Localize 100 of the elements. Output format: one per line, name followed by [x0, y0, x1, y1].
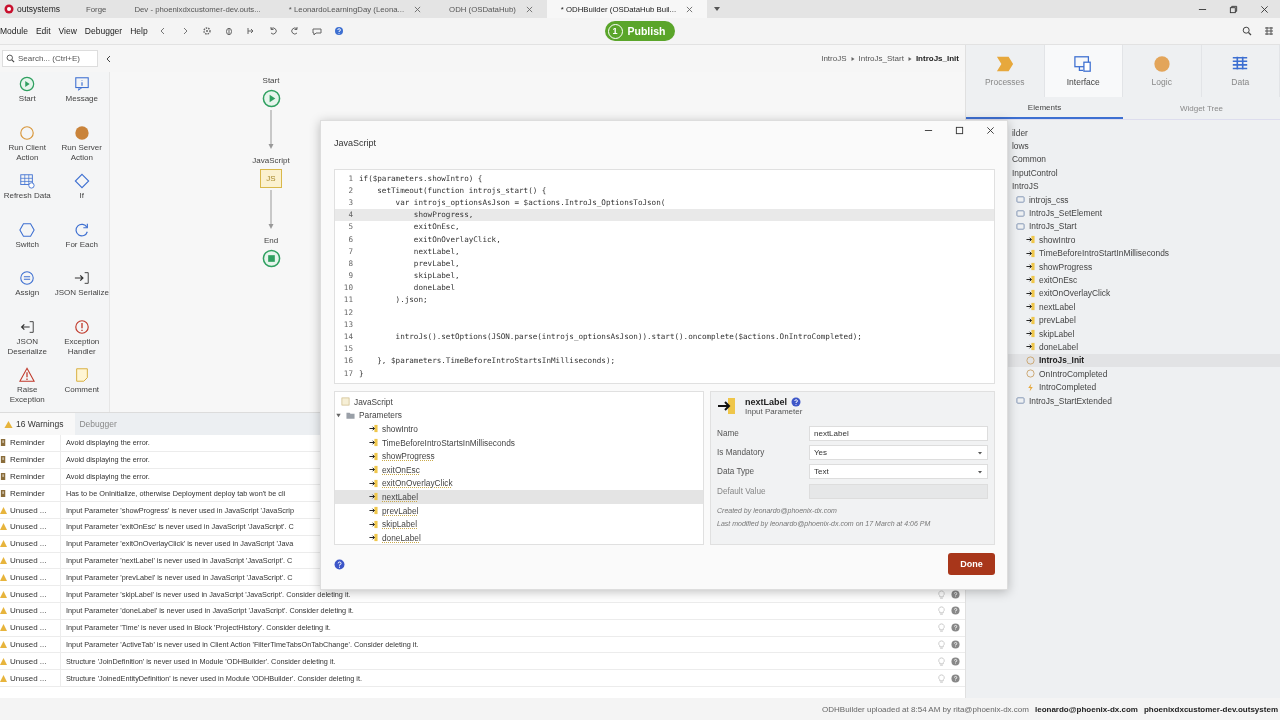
upload-status: ODHBuilder uploaded at 8:54 AM by rita@phoenix-dx.com — [822, 704, 1029, 714]
tree-item[interactable]: OnIntroCompleted — [966, 367, 1280, 381]
caret-icon[interactable] — [977, 449, 983, 456]
tree-item[interactable]: exitOnOverlayClick — [335, 476, 703, 491]
app-logo: outsystems — [0, 4, 72, 14]
bug-icon[interactable] — [223, 26, 234, 36]
parameter-type: Input Parameter — [745, 406, 803, 416]
switch-tool-icon[interactable] — [19, 221, 36, 238]
input-parameter-icon — [369, 533, 378, 543]
breadcrumb-item[interactable]: IntroJs_Init — [915, 54, 959, 63]
start-tool-icon[interactable] — [19, 76, 36, 92]
server-tool-icon[interactable] — [73, 124, 90, 141]
menu-item[interactable]: View — [54, 26, 81, 36]
help-icon[interactable] — [333, 26, 344, 36]
search-icon[interactable] — [1242, 26, 1252, 36]
tree-item[interactable]: TimeBeforeIntroStartInMilliseconds — [966, 246, 1280, 260]
foreach-tool-icon[interactable] — [73, 221, 90, 238]
tree-item[interactable]: exitOnEsc — [966, 273, 1280, 287]
input-parameter-icon — [369, 424, 378, 434]
tree-item[interactable]: nextLabel — [966, 300, 1280, 314]
breadcrumb-item[interactable]: IntroJs_Start — [858, 54, 904, 63]
layer-tab[interactable]: Interface — [1044, 45, 1123, 97]
if-tool-icon[interactable] — [73, 173, 90, 189]
dropdown-icon[interactable] — [713, 5, 722, 13]
caret-icon[interactable] — [335, 411, 342, 419]
field-label: Name — [717, 429, 740, 439]
tree-item[interactable]: IntroCompleted — [966, 380, 1280, 394]
tree-item[interactable]: exitOnEsc — [335, 462, 703, 477]
tree-item[interactable]: prevLabel — [966, 313, 1280, 327]
tree-item[interactable]: JavaScript — [335, 395, 703, 409]
end-node[interactable] — [261, 249, 281, 268]
tree-item[interactable]: IntroJs_StartExtended — [966, 393, 1280, 408]
comment-icon[interactable] — [311, 26, 322, 36]
tree-item[interactable]: prevLabel — [335, 503, 703, 518]
warning-type: Unused ... — [10, 519, 61, 535]
merge-icon[interactable] — [245, 26, 256, 36]
caret-icon[interactable] — [977, 468, 983, 475]
tree-item[interactable]: skipLabel — [335, 517, 703, 531]
separator-icon — [906, 55, 913, 62]
tree-item[interactable]: skipLabel — [966, 326, 1280, 341]
help-icon[interactable] — [791, 396, 801, 407]
exception-tool-icon[interactable] — [73, 318, 90, 335]
tree-item[interactable]: IntroJs_Start — [966, 219, 1280, 234]
input-parameter-icon — [1026, 302, 1035, 312]
tool-label: Start — [18, 94, 36, 104]
search-field[interactable]: Search... (Ctrl+E) — [2, 50, 98, 67]
close-icon[interactable] — [986, 126, 995, 135]
deserialize-tool-icon[interactable] — [19, 318, 36, 335]
help-icon[interactable] — [951, 606, 960, 616]
start-node[interactable] — [261, 89, 281, 108]
redo-icon[interactable] — [289, 26, 300, 36]
tree-item[interactable]: Parameters — [335, 408, 703, 423]
help-icon[interactable] — [951, 656, 960, 666]
grid-icon[interactable] — [1264, 26, 1274, 36]
help-icon[interactable] — [951, 589, 960, 599]
assign-tool-icon[interactable] — [19, 270, 36, 286]
panel-tab[interactable]: 16 Warnings — [0, 413, 76, 435]
tree-item[interactable]: showIntro — [966, 233, 1280, 247]
message-tool-icon[interactable] — [73, 76, 90, 92]
help-icon[interactable] — [951, 623, 960, 633]
menu-item[interactable]: Debugger — [80, 26, 127, 36]
code-editor[interactable] — [334, 169, 995, 384]
tool-label: Exception Handler — [63, 336, 101, 357]
tree-item[interactable]: showIntro — [335, 422, 703, 436]
select-field[interactable]: Text — [809, 464, 988, 480]
done-button[interactable]: Done — [948, 553, 995, 575]
tree-item[interactable]: doneLabel — [335, 530, 703, 545]
serialize-tool-icon[interactable] — [73, 270, 90, 286]
menu-item[interactable]: Module — [0, 26, 32, 36]
help-icon[interactable] — [334, 558, 345, 570]
restore-icon[interactable] — [1229, 4, 1238, 14]
warning-type: Reminder — [10, 468, 61, 485]
tree-item[interactable]: TimeBeforeIntroStartsInMilliseconds — [335, 435, 703, 450]
close-icon[interactable] — [686, 5, 694, 13]
input-parameter-icon — [1026, 315, 1035, 325]
tree-item[interactable]: introjs_css — [966, 192, 1280, 207]
maximize-icon[interactable] — [955, 126, 964, 135]
raise-tool-icon[interactable] — [19, 367, 36, 383]
tree-item[interactable]: showProgress — [966, 259, 1280, 274]
tree-item[interactable]: showProgress — [335, 449, 703, 463]
client-tool-icon[interactable] — [19, 124, 36, 141]
connector-arrow — [267, 110, 275, 150]
close-icon[interactable] — [1260, 4, 1269, 14]
settings-icon[interactable] — [201, 26, 212, 36]
undo-icon[interactable] — [267, 26, 278, 36]
menu-item[interactable]: Edit — [31, 26, 55, 36]
help-icon[interactable] — [951, 639, 960, 649]
tree-item[interactable]: doneLabel — [966, 340, 1280, 354]
tree-item[interactable]: IntroJs_SetElement — [966, 206, 1280, 220]
refresh-tool-icon[interactable] — [19, 173, 36, 189]
tree-item[interactable]: nextLabel — [335, 490, 703, 504]
input-parameter-icon — [1026, 288, 1035, 298]
help-icon[interactable] — [951, 673, 960, 683]
breadcrumb-item[interactable]: IntroJS — [821, 54, 847, 63]
select-field[interactable]: Yes — [809, 445, 988, 461]
tree-item[interactable]: exitOnOverlayClick — [966, 286, 1280, 301]
menu-item[interactable]: Help — [126, 26, 152, 36]
name-field[interactable]: nextLabel — [809, 426, 988, 442]
tool-label: Message — [65, 94, 98, 104]
tool-label: Raise Exception — [8, 385, 46, 405]
